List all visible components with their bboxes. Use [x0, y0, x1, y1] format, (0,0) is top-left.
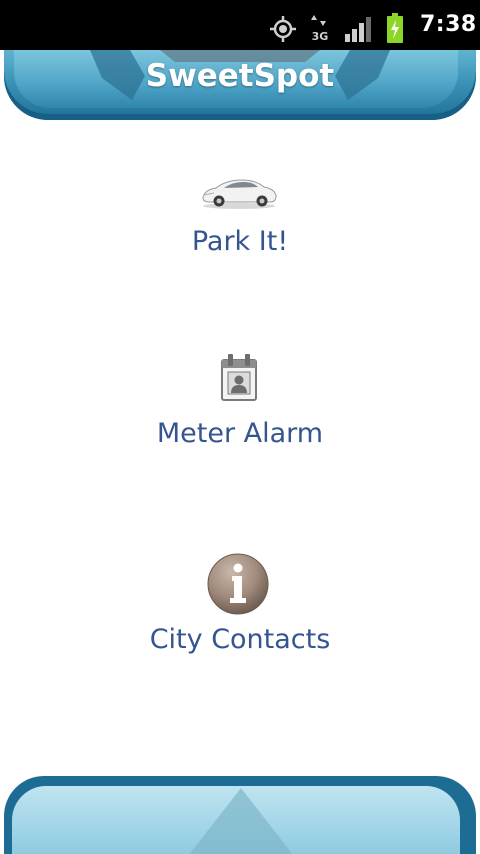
city-contacts-button[interactable]: City Contacts	[0, 550, 480, 662]
park-it-label: Park It!	[191, 226, 289, 257]
battery-charging-icon	[387, 13, 403, 43]
app-footer	[0, 776, 480, 854]
status-bar: 3G 7:38	[0, 0, 480, 50]
city-contacts-label: City Contacts	[149, 624, 331, 655]
app-title: SweetSpot	[145, 58, 335, 94]
info-icon	[207, 553, 269, 615]
car-icon	[202, 179, 277, 209]
3g-data-icon: 3G	[311, 15, 329, 42]
park-it-button[interactable]: Park It!	[0, 170, 480, 270]
contact-calendar-icon	[221, 354, 257, 401]
signal-icon	[345, 17, 371, 42]
gps-icon	[270, 16, 296, 42]
meter-alarm-label: Meter Alarm	[156, 418, 324, 449]
app-header: SweetSpot	[0, 50, 480, 124]
meter-alarm-button[interactable]: Meter Alarm	[0, 350, 480, 460]
status-time: 7:38	[420, 12, 477, 37]
footer-triangle-decoration	[189, 788, 293, 854]
network-type-label: 3G	[312, 30, 329, 42]
